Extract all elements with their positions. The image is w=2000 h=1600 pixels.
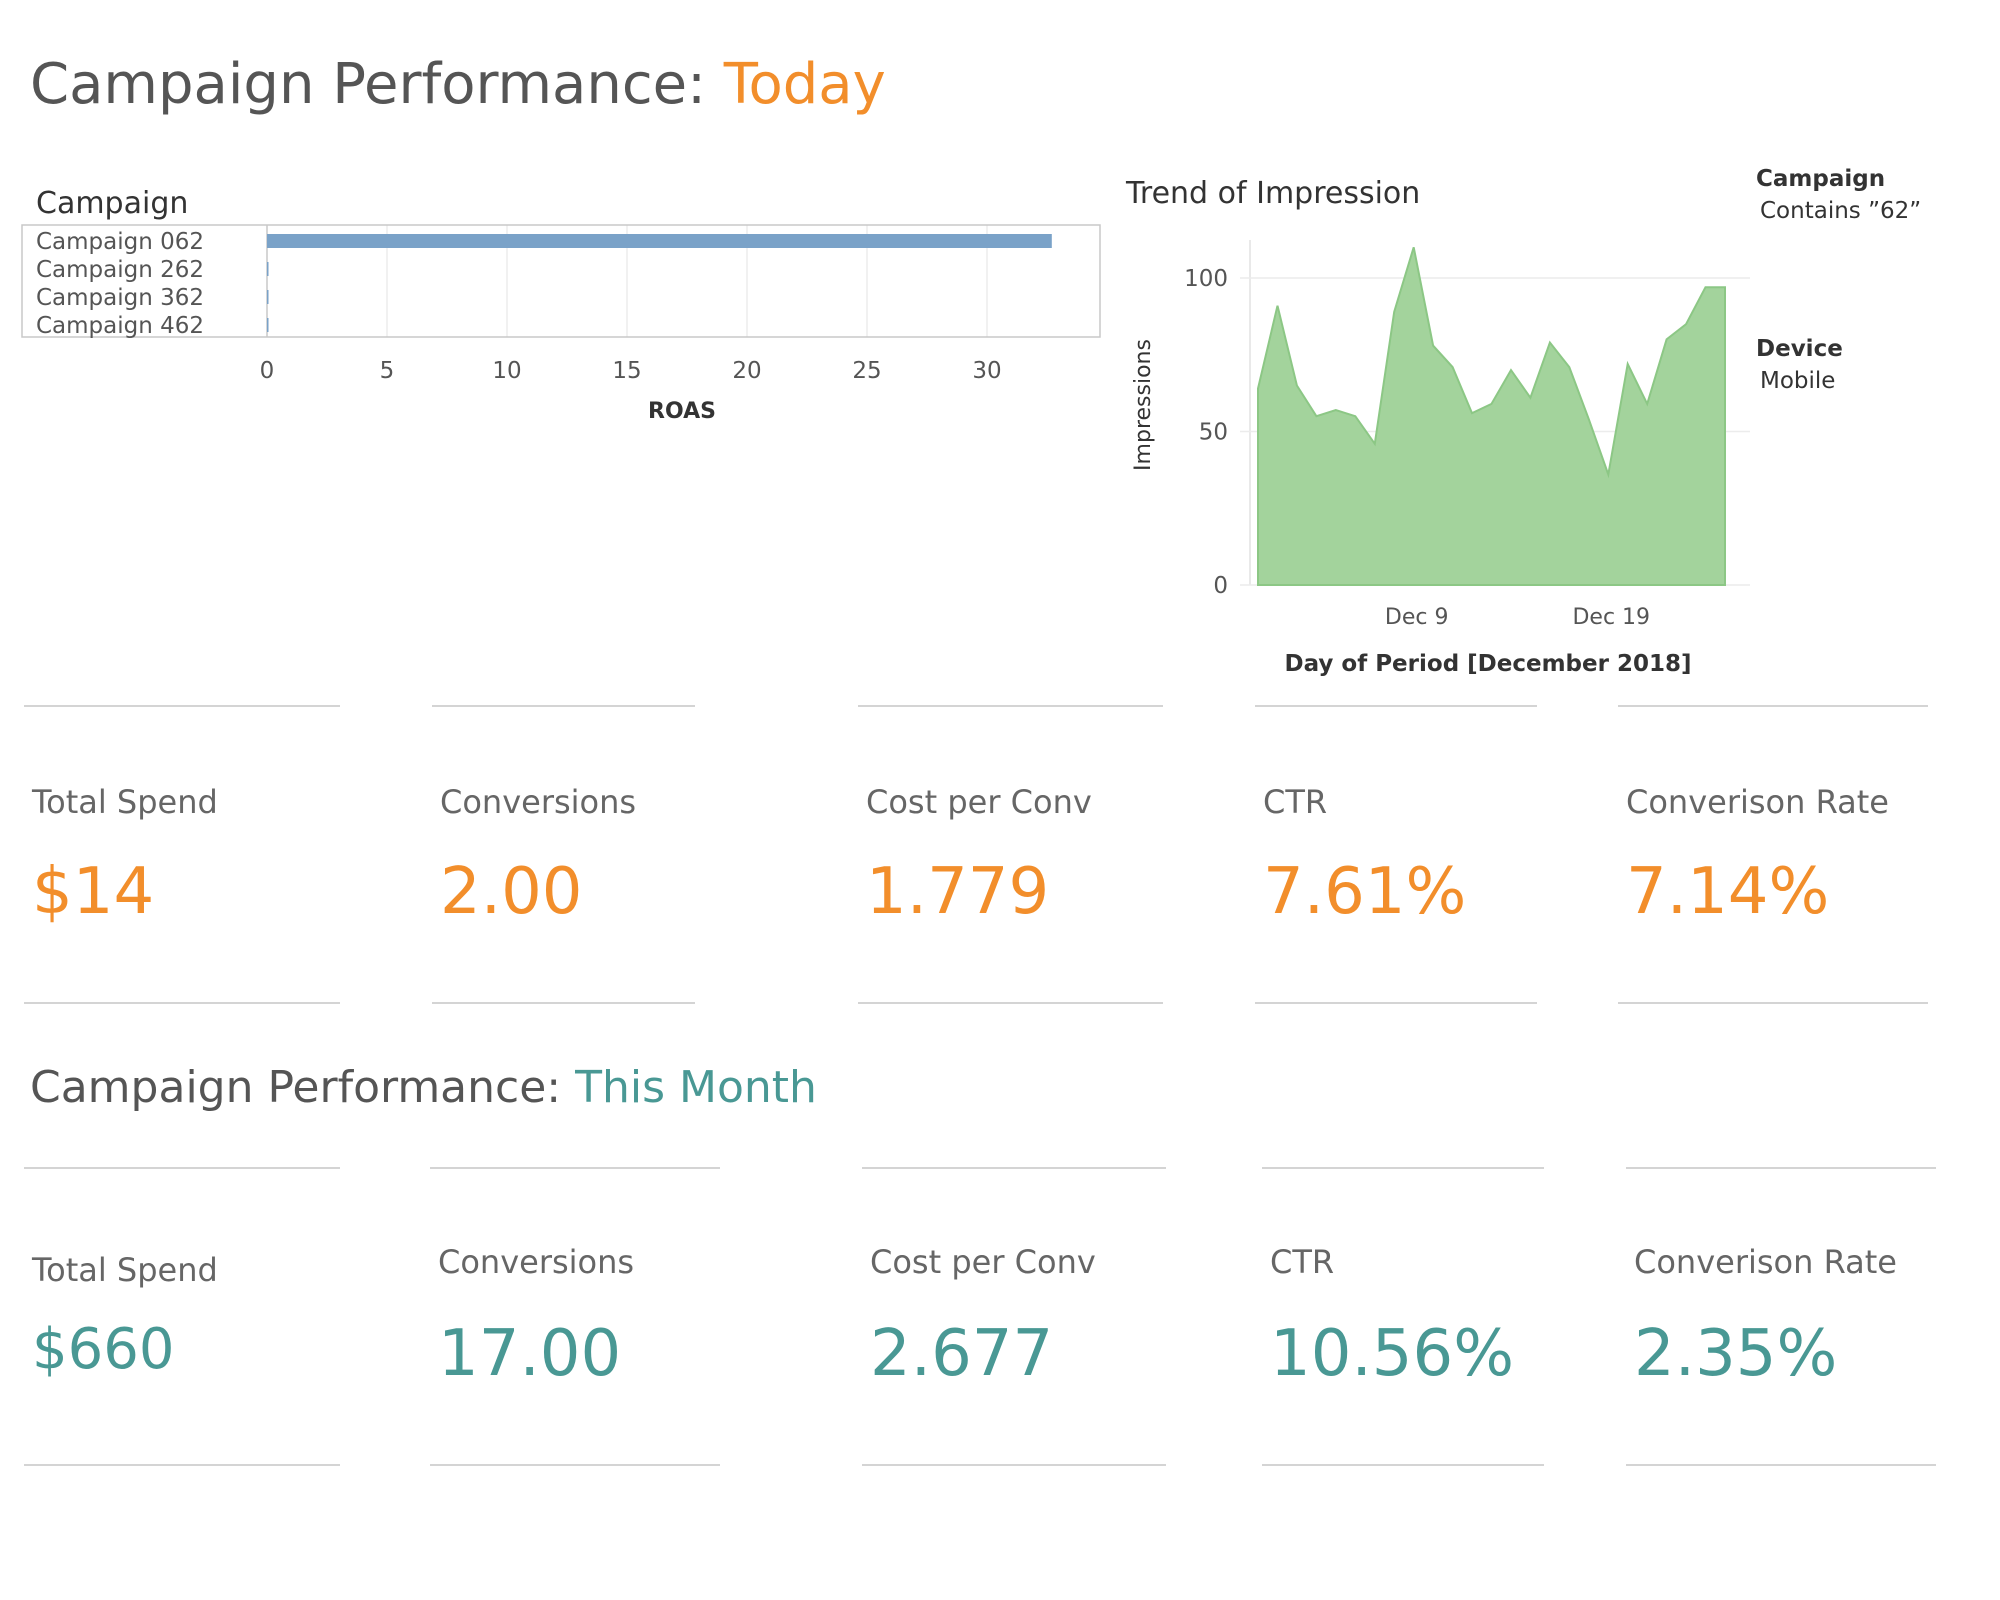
trend-y-tick-label: 0 [1213,573,1228,599]
kpi-divider [24,1167,340,1169]
bar-mark[interactable] [267,234,1052,248]
trend-x-tick-label: Dec 19 [1572,605,1650,630]
filter-campaign[interactable]: Campaign Contains ”62” [1756,166,1921,224]
page-title-month: Campaign Performance: This Month [30,1062,817,1113]
title-month-accent: This Month [575,1062,817,1113]
filter-device-value: Mobile [1760,368,1836,394]
kpi-divider [1626,1167,1936,1169]
title-today-accent: Today [723,52,886,117]
trend-x-axis-label: Day of Period [December 2018] [1284,651,1691,677]
kpi-divider [862,1464,1166,1466]
kpi-label: CTR [1270,1243,1335,1281]
bar-mark[interactable] [267,318,269,332]
filter-device[interactable]: Device Mobile [1756,336,1843,394]
kpi-label: Cost per Conv [870,1243,1096,1281]
roas-bar-chart: Campaign Campaign 062 Campaign 262 Campaig… [0,170,1120,450]
impression-trend-chart-svg: Trend of Impression 0 50 100 Dec 9 Dec 19 I… [1125,176,1750,677]
bar-category-label: Campaign 062 [36,229,204,255]
trend-y-tick-label: 100 [1184,266,1228,292]
kpi-label: Total Spend [32,783,218,821]
kpi-label: Cost per Conv [866,783,1092,821]
bar-x-axis-label: ROAS [648,399,716,424]
title-month-prefix: Campaign Performance: [30,1062,576,1113]
bar-mark[interactable] [267,262,269,276]
kpi-divider [862,1167,1166,1169]
kpi-value: 2.35% [1634,1317,1838,1391]
bar-x-tick-label: 0 [260,358,275,384]
kpi-label: CTR [1263,783,1328,821]
trend-title: Trend of Impression [1125,176,1420,211]
kpi-divider [430,1464,720,1466]
bar-x-tick-label: 5 [380,358,395,384]
kpi-divider [24,1464,340,1466]
filter-campaign-title: Campaign [1756,166,1886,192]
kpi-divider [1262,1464,1544,1466]
kpi-label: Conversions [438,1243,635,1281]
bar-row-header: Campaign [36,186,188,221]
kpi-value: 7.14% [1626,855,1830,929]
kpi-divider [24,1002,340,1004]
bar-x-tick-label: 10 [492,358,521,384]
bar-x-tick-label: 25 [852,358,881,384]
kpi-label: Converison Rate [1626,783,1889,821]
kpi-divider [1255,705,1537,707]
kpi-value: $14 [32,855,155,929]
kpi-value: 17.00 [438,1317,622,1391]
kpi-value: 2.00 [440,855,583,929]
kpi-divider [1262,1167,1544,1169]
kpi-value: 10.56% [1270,1317,1515,1391]
kpi-divider [432,1002,695,1004]
filter-campaign-value: Contains ”62” [1760,198,1922,224]
kpi-label: Converison Rate [1634,1243,1897,1281]
title-today-prefix: Campaign Performance: [30,52,724,117]
impressions-area-series [1257,247,1726,586]
trend-x-tick-label: Dec 9 [1385,605,1449,630]
kpi-value: $660 [32,1317,175,1382]
page-title-today: Campaign Performance: Today [30,52,886,117]
kpi-divider [432,705,695,707]
kpi-divider [1626,1464,1936,1466]
kpi-divider [24,705,340,707]
kpi-value: 1.779 [866,855,1050,929]
kpi-label: Total Spend [32,1251,218,1289]
bar-mark[interactable] [267,290,269,304]
filter-device-title: Device [1756,336,1843,362]
kpi-divider [858,1002,1163,1004]
roas-bar-chart-svg: Campaign Campaign 062Campaign 262Campaig… [21,186,1101,424]
kpi-divider [1618,705,1928,707]
bar-category-label: Campaign 362 [36,285,204,311]
bar-category-label: Campaign 262 [36,257,204,283]
bar-x-tick-label: 30 [972,358,1001,384]
bar-x-tick-label: 15 [612,358,641,384]
kpi-divider [430,1167,720,1169]
kpi-divider [858,705,1163,707]
bar-x-tick-label: 20 [732,358,761,384]
kpi-value: 2.677 [870,1317,1054,1391]
bar-category-label: Campaign 462 [36,313,204,339]
trend-y-axis-label: Impressions [1131,339,1156,471]
kpi-value: 7.61% [1263,855,1467,929]
kpi-label: Conversions [440,783,637,821]
impression-trend-chart: Trend of Impression 0 50 100 Dec 9 Dec 19 I… [1110,165,1750,690]
kpi-divider [1255,1002,1537,1004]
kpi-divider [1618,1002,1928,1004]
trend-y-tick-label: 50 [1199,420,1228,446]
